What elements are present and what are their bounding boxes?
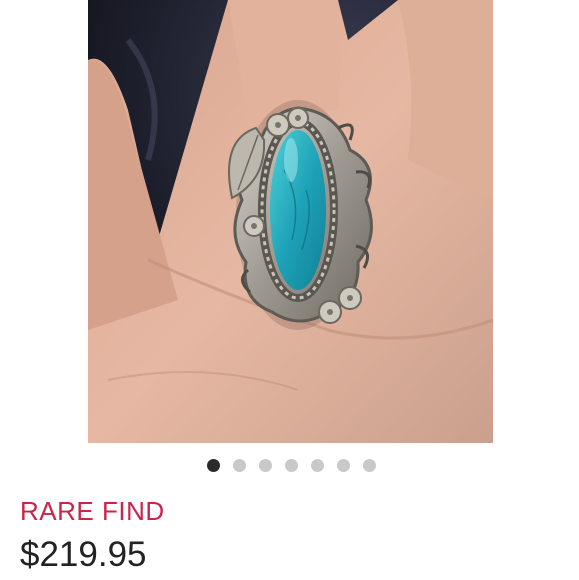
carousel-dot[interactable] — [311, 459, 324, 472]
carousel-dot[interactable] — [285, 459, 298, 472]
listing-page: RARE FIND $219.95 — [0, 0, 579, 580]
carousel-dot[interactable] — [207, 459, 220, 472]
product-photo[interactable] — [88, 0, 493, 443]
rare-find-badge: RARE FIND — [20, 496, 165, 526]
carousel-dot[interactable] — [363, 459, 376, 472]
carousel-dot[interactable] — [233, 459, 246, 472]
ring-on-hand-image — [88, 0, 493, 443]
carousel-dots — [2, 459, 579, 473]
price-label: $219.95 — [20, 535, 147, 574]
carousel-dot[interactable] — [259, 459, 272, 472]
carousel-dot[interactable] — [337, 459, 350, 472]
